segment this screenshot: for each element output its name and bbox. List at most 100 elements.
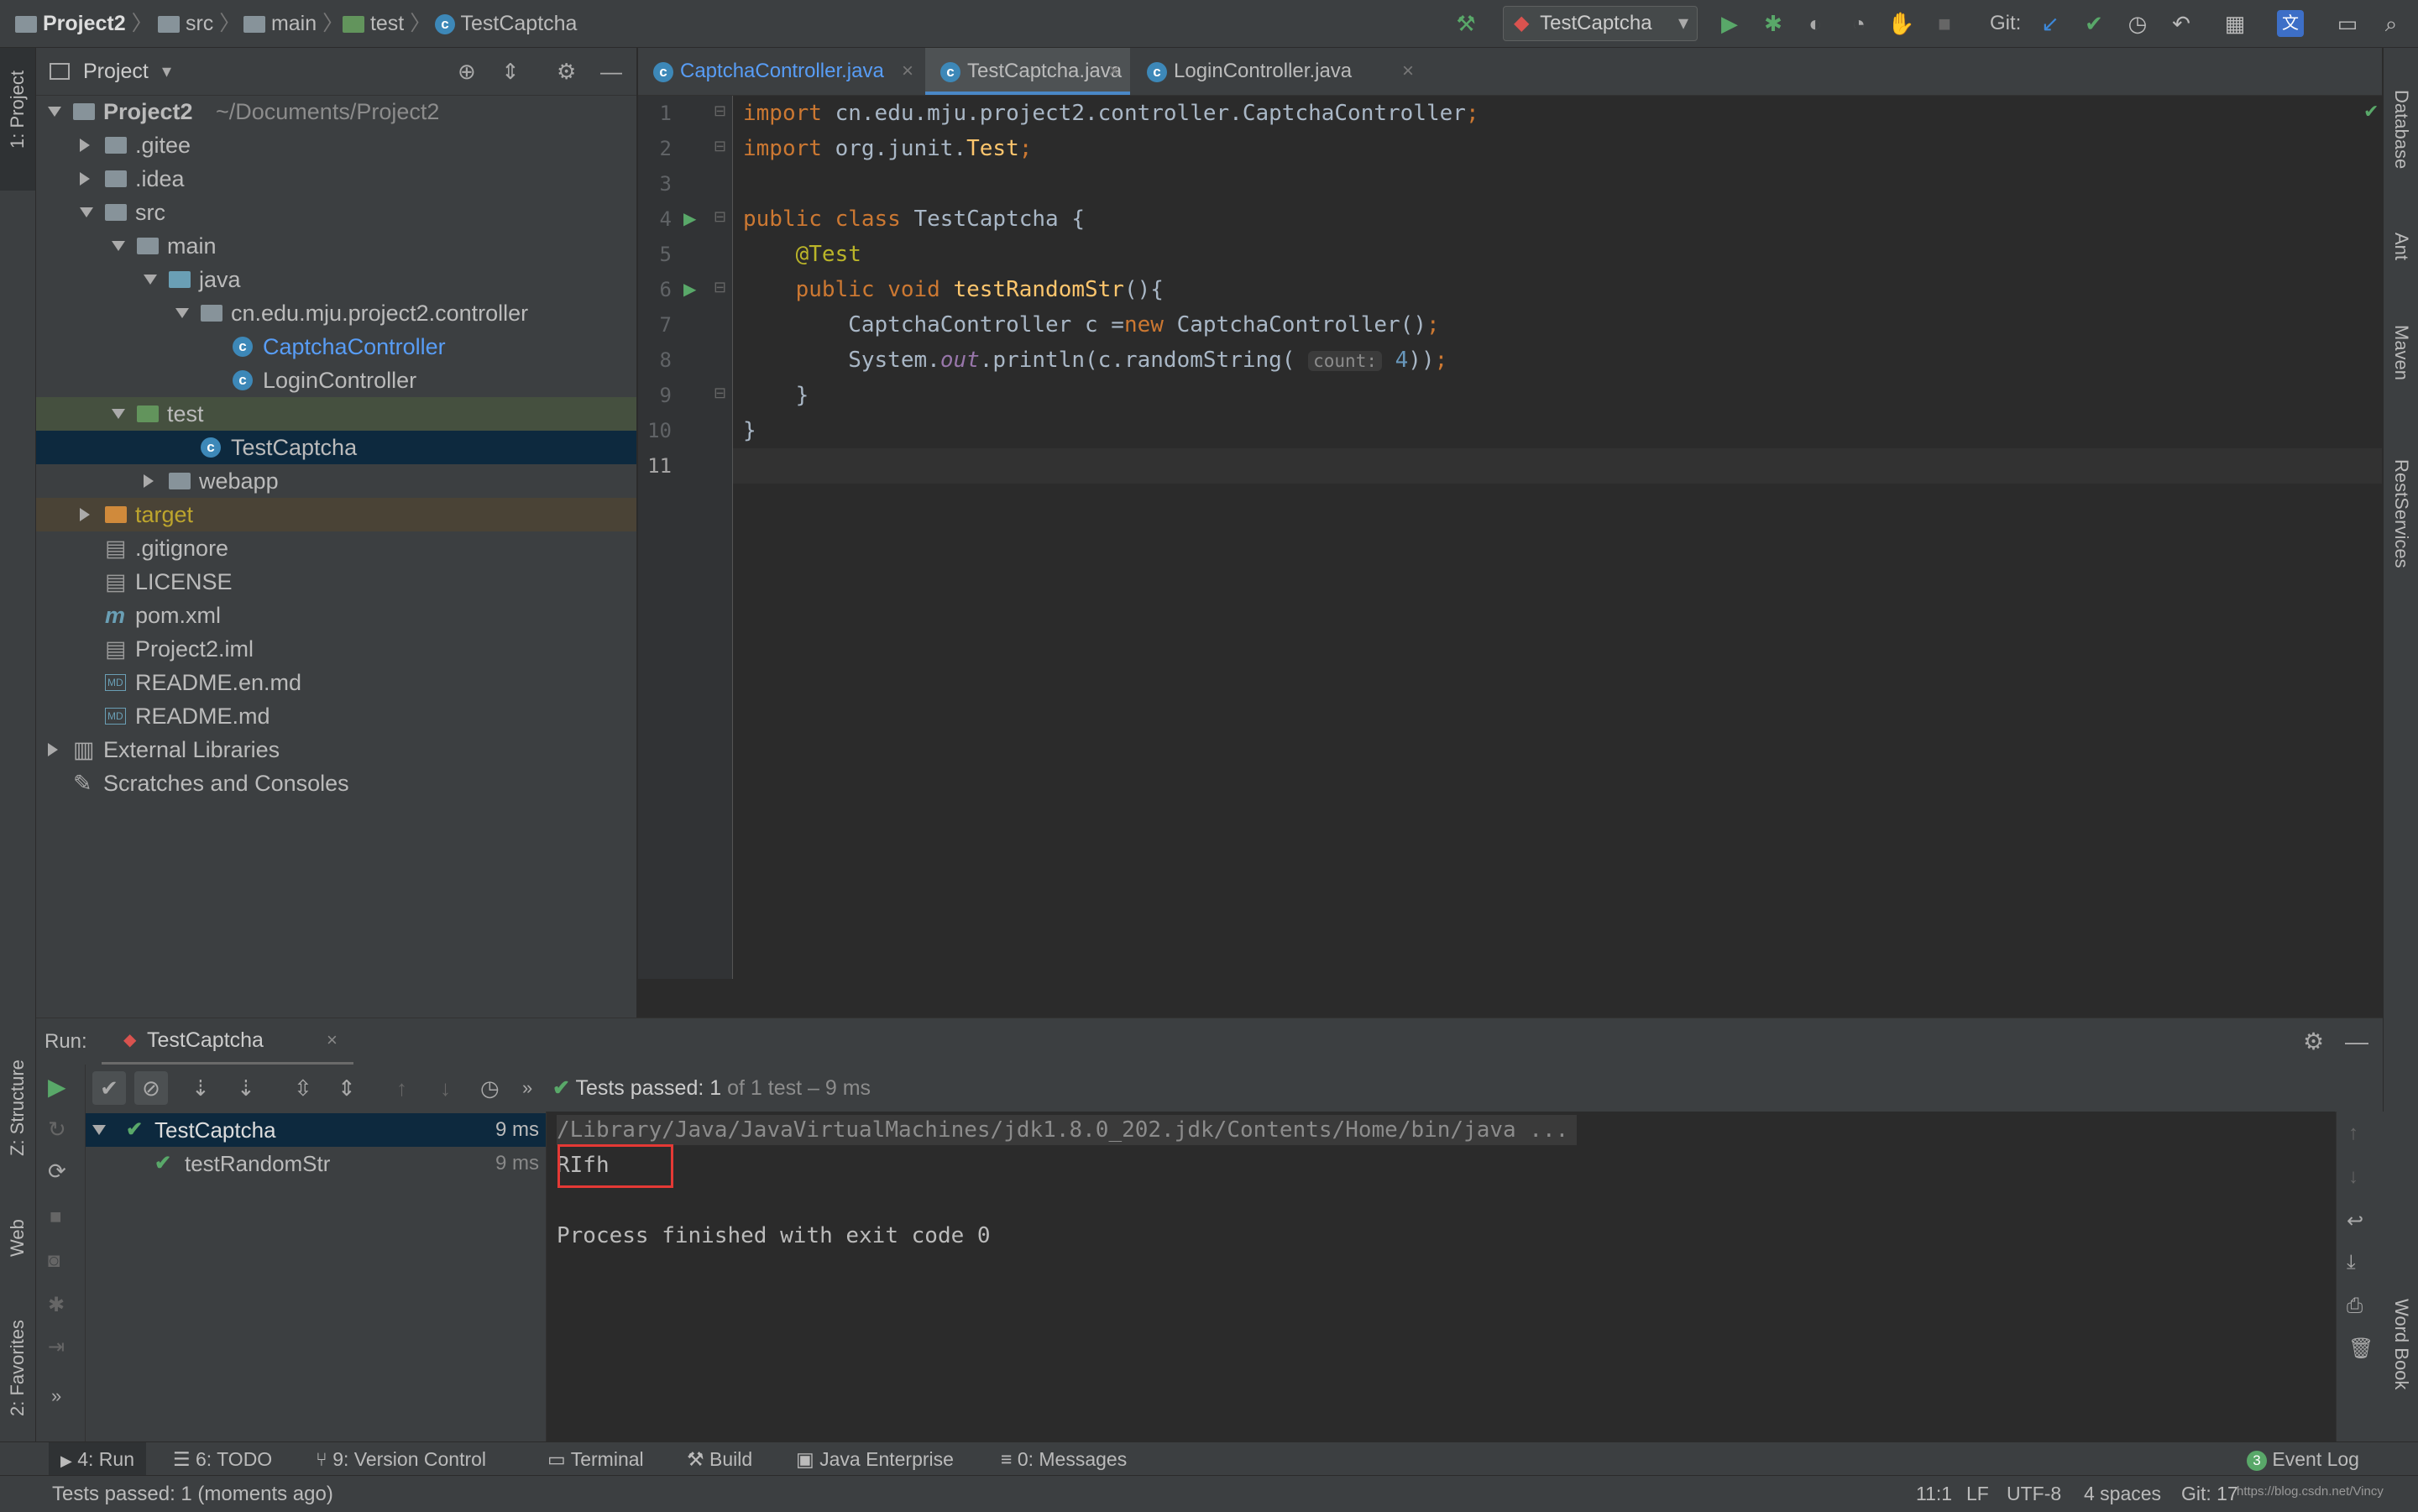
fold-icon[interactable]: ⊟	[714, 102, 726, 120]
project-structure-icon[interactable]: ▦	[2222, 10, 2248, 37]
fold-icon[interactable]: ⊟	[714, 279, 726, 296]
editor-tab-logincontroller-java[interactable]: c LoginController.java ×	[1132, 48, 1424, 95]
collapsed-arrow-icon[interactable]	[144, 474, 154, 488]
git-commit-icon[interactable]: ✔	[2080, 10, 2107, 37]
expanded-arrow-icon[interactable]	[144, 275, 157, 285]
terminal-icon[interactable]: ▭	[2334, 10, 2361, 37]
sort-alpha-icon[interactable]: ⇣	[191, 1071, 210, 1105]
next-test-icon[interactable]: ↓	[440, 1071, 451, 1105]
build-hammer-icon[interactable]: ⚒	[1452, 10, 1479, 37]
tree-item-cn-edu-mju-project2-controller[interactable]: cn.edu.mju.project2.controller	[36, 296, 636, 330]
word-book-tool-button[interactable]: Word Book	[2390, 1299, 2412, 1389]
fold-icon[interactable]: ⊟	[714, 208, 726, 226]
rerun-failed-icon[interactable]: ↻	[48, 1117, 66, 1143]
tree-item-logincontroller[interactable]: c LoginController	[36, 364, 636, 397]
more-icon[interactable]: »	[51, 1385, 61, 1407]
test-tree-row-method[interactable]: ✔ testRandomStr 9 ms	[86, 1147, 546, 1180]
editor-tab-captchacontroller-java[interactable]: c CaptchaController.java ×	[638, 48, 924, 95]
restservices-tool-button[interactable]: RestServices	[2390, 459, 2412, 568]
close-icon[interactable]: ×	[1402, 48, 1414, 95]
rollback-icon[interactable]: ↶	[2168, 10, 2195, 37]
expand-arrow-icon[interactable]	[92, 1125, 106, 1135]
soft-wrap-icon[interactable]: ↩	[2347, 1209, 2363, 1233]
tree-item-gitee[interactable]: .gitee	[36, 128, 636, 162]
tree-item-webapp[interactable]: webapp	[36, 464, 636, 498]
trash-icon[interactable]: 🗑	[2348, 1337, 2374, 1361]
debug-icon[interactable]: ✱	[48, 1293, 65, 1317]
tool-tab-run[interactable]: ▶ 4: Run	[49, 1442, 146, 1476]
stop-icon[interactable]: ■	[50, 1206, 62, 1229]
toggle-auto-test-icon[interactable]: ⟳	[48, 1159, 66, 1185]
tree-item-gitignore[interactable]: ▤ .gitignore	[36, 531, 636, 565]
fold-icon[interactable]: ⊟	[714, 138, 726, 155]
structure-tool-button[interactable]: Z: Structure	[0, 1013, 35, 1173]
show-passed-icon[interactable]: ✔	[92, 1071, 126, 1105]
tree-item-src[interactable]: src	[36, 196, 636, 229]
profile-icon[interactable]: ◔	[1845, 10, 1872, 37]
database-tool-button[interactable]: Database	[2390, 90, 2412, 169]
scroll-up-icon[interactable]: ↑	[2348, 1122, 2358, 1145]
tree-item-readme-en-md[interactable]: MD README.en.md	[36, 666, 636, 699]
tool-tab-messages[interactable]: ≡ 0: Messages	[1001, 1442, 1127, 1476]
minimize-icon[interactable]: —	[600, 48, 622, 95]
close-icon[interactable]: ×	[327, 1018, 338, 1062]
history-icon[interactable]: ◷	[480, 1071, 500, 1105]
tree-item-main[interactable]: main	[36, 229, 636, 263]
print-icon[interactable]: ⎙	[2347, 1295, 2363, 1318]
tree-item-test[interactable]: test	[36, 397, 636, 431]
expanded-arrow-icon[interactable]	[48, 107, 61, 117]
tree-item-testcaptcha[interactable]: c TestCaptcha	[36, 431, 636, 464]
tree-item-external-libraries[interactable]: ▥ External Libraries	[36, 733, 636, 766]
indent-setting[interactable]: 4 spaces	[2084, 1476, 2161, 1512]
translate-icon[interactable]: 文	[2277, 10, 2304, 37]
tree-item-idea[interactable]: .idea	[36, 162, 636, 196]
run-gutter-icon[interactable]: ▶	[683, 279, 696, 300]
expanded-arrow-icon[interactable]	[112, 241, 125, 251]
tree-item-java[interactable]: java	[36, 263, 636, 296]
search-icon[interactable]: ⌕	[2378, 10, 2405, 37]
code-editor[interactable]: import cn.edu.mju.project2.controller.Ca…	[733, 96, 2382, 979]
gear-icon[interactable]: ⚙	[557, 48, 576, 95]
console-command-line[interactable]: /Library/Java/JavaVirtualMachines/jdk1.8…	[557, 1115, 1578, 1145]
tree-item-readme-md[interactable]: MD README.md	[36, 699, 636, 733]
attach-icon[interactable]: ✋	[1887, 10, 1914, 37]
run-gutter-icon[interactable]: ▶	[683, 208, 696, 229]
tool-tab-java-enterprise[interactable]: ▣ Java Enterprise	[796, 1442, 954, 1476]
debug-icon[interactable]: ✱	[1760, 10, 1787, 37]
project-tool-button[interactable]: 1: Project	[0, 48, 35, 191]
rerun-icon[interactable]: ▶	[48, 1073, 66, 1101]
close-icon[interactable]: ×	[1108, 48, 1120, 95]
breadcrumb-testcaptcha[interactable]: c TestCaptcha	[435, 0, 577, 47]
tool-tab-version-control[interactable]: ⑂ 9: Version Control	[316, 1442, 486, 1476]
history-icon[interactable]: ◷	[2124, 10, 2151, 37]
expanded-arrow-icon[interactable]	[175, 308, 189, 318]
event-log-button[interactable]: 3 Event Log	[2247, 1442, 2359, 1476]
favorites-tool-button[interactable]: 2: Favorites	[0, 1282, 35, 1433]
collapsed-arrow-icon[interactable]	[80, 172, 90, 186]
locate-icon[interactable]: ⊕	[458, 48, 476, 95]
collapse-all-icon[interactable]: ⇕	[501, 48, 520, 95]
expanded-arrow-icon[interactable]	[80, 207, 93, 217]
run-configuration-select[interactable]: ◆ TestCaptcha ▾	[1503, 6, 1698, 41]
run-tab-testcaptcha[interactable]: ◆ TestCaptcha ×	[102, 1018, 353, 1065]
line-separator[interactable]: LF	[1966, 1476, 1989, 1512]
tree-item-license[interactable]: ▤ LICENSE	[36, 565, 636, 599]
chevron-down-icon[interactable]: ▾	[162, 48, 171, 95]
git-branch[interactable]: Git: 17	[2181, 1476, 2238, 1512]
collapsed-arrow-icon[interactable]	[80, 139, 90, 152]
editor-tab-testcaptcha-java[interactable]: c TestCaptcha.java ×	[925, 48, 1130, 95]
close-icon[interactable]: ×	[902, 48, 913, 95]
tree-item-project2[interactable]: Project2 ~/Documents/Project2	[36, 95, 636, 128]
camera-icon[interactable]: ◙	[48, 1249, 60, 1273]
minimize-icon[interactable]: —	[2345, 1018, 2368, 1065]
caret-position[interactable]: 11:1	[1916, 1476, 1952, 1512]
tool-tab-todo[interactable]: ☰ 6: TODO	[173, 1442, 272, 1476]
collapsed-arrow-icon[interactable]	[80, 508, 90, 521]
fold-icon[interactable]: ⊟	[714, 385, 726, 402]
tree-item-target[interactable]: target	[36, 498, 636, 531]
project-view-select[interactable]: Project	[83, 48, 149, 95]
scroll-to-end-icon[interactable]: ⤓	[2347, 1251, 2356, 1274]
file-encoding[interactable]: UTF-8	[2007, 1476, 2061, 1512]
console-output[interactable]: /Library/Java/JavaVirtualMachines/jdk1.8…	[547, 1112, 2335, 1441]
stop-icon[interactable]: ■	[1931, 10, 1958, 37]
